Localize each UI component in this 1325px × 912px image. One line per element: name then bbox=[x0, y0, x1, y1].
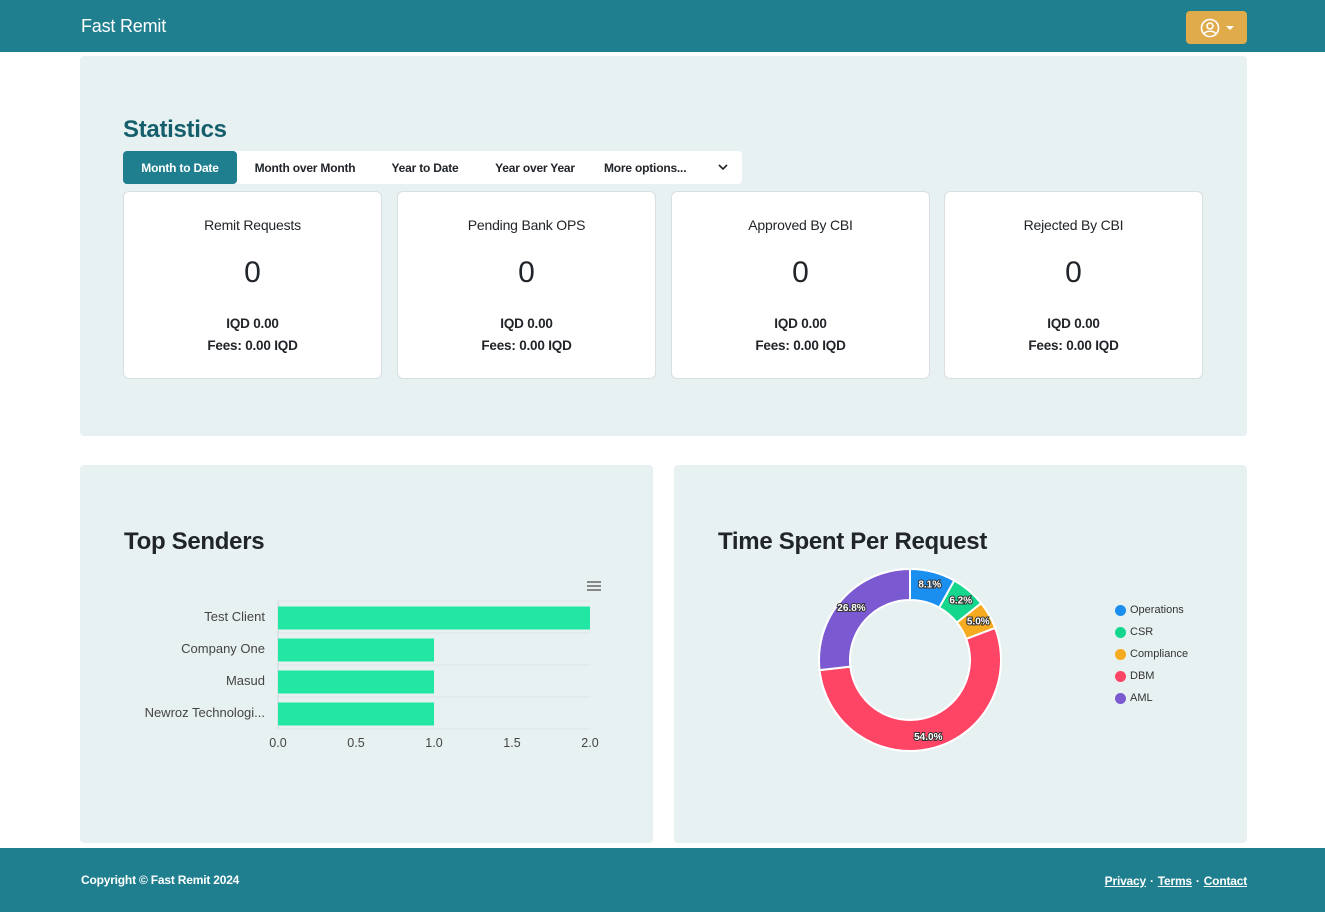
legend-label: AML bbox=[1130, 692, 1153, 704]
card-amount: IQD 0.00 bbox=[774, 316, 827, 331]
legend-item-csr[interactable]: CSR bbox=[1115, 621, 1188, 643]
legend-marker bbox=[1115, 670, 1126, 682]
footer-links: Privacy · Terms · Contact bbox=[1105, 874, 1248, 888]
x-tick-label: 0.5 bbox=[347, 736, 364, 750]
tab-year-to-date[interactable]: Year to Date bbox=[377, 151, 473, 184]
more-options-label: More options... bbox=[604, 160, 687, 175]
statistics-title: Statistics bbox=[123, 116, 227, 143]
x-tick-label: 0.0 bbox=[269, 736, 286, 750]
footer: Copyright © Fast Remit 2024 Privacy · Term… bbox=[0, 848, 1325, 912]
legend-marker bbox=[1115, 604, 1126, 616]
x-tick-label: 1.5 bbox=[503, 736, 520, 750]
card-amount: IQD 0.00 bbox=[500, 316, 553, 331]
card-fees: Fees: 0.00 IQD bbox=[481, 338, 572, 353]
legend-item-compliance[interactable]: Compliance bbox=[1115, 643, 1188, 665]
y-tick-label: Test Client bbox=[204, 609, 265, 624]
stat-card-approved-by-cbi: Approved By CBI 0 IQD 0.00 Fees: 0.00 IQ… bbox=[671, 191, 930, 379]
data-label: 26.8% bbox=[837, 603, 865, 614]
card-amount: IQD 0.00 bbox=[1047, 316, 1100, 331]
legend-label: DBM bbox=[1130, 670, 1155, 682]
terms-link[interactable]: Terms bbox=[1158, 874, 1192, 888]
tab-month-over-month[interactable]: Month over Month bbox=[243, 151, 367, 184]
legend-item-aml[interactable]: AML bbox=[1115, 687, 1188, 709]
link-separator: · bbox=[1195, 874, 1200, 888]
card-count: 0 bbox=[792, 256, 809, 289]
donut-slice-aml[interactable] bbox=[818, 567, 911, 672]
stat-card-remit-requests: Remit Requests 0 IQD 0.00 Fees: 0.00 IQD bbox=[123, 191, 382, 379]
top-senders-panel: Top Senders Test Client Company One Masud N… bbox=[80, 465, 653, 843]
card-count: 0 bbox=[518, 256, 535, 289]
data-label: 8.1% bbox=[918, 580, 941, 591]
user-circle-icon bbox=[1200, 18, 1219, 37]
card-fees: Fees: 0.00 IQD bbox=[1028, 338, 1119, 353]
stat-card-rejected-by-cbi: Rejected By CBI 0 IQD 0.00 Fees: 0.00 IQ… bbox=[944, 191, 1203, 379]
card-count: 0 bbox=[244, 256, 261, 289]
chevron-down-icon bbox=[718, 164, 728, 171]
legend-label: CSR bbox=[1130, 626, 1154, 638]
more-options-select[interactable]: More options... bbox=[593, 151, 742, 184]
bar[interactable] bbox=[278, 638, 434, 662]
tab-month-to-date[interactable]: Month to Date bbox=[123, 151, 237, 184]
chart-legend: Operations CSR Compliance DBM AML bbox=[1115, 599, 1188, 709]
privacy-link[interactable]: Privacy bbox=[1105, 874, 1147, 888]
card-title: Pending Bank OPS bbox=[467, 217, 586, 233]
bar[interactable] bbox=[278, 606, 590, 630]
data-label: 5.0% bbox=[967, 617, 990, 628]
card-title: Remit Requests bbox=[204, 217, 301, 233]
top-navbar: Fast Remit bbox=[0, 0, 1325, 52]
data-label: 6.2% bbox=[949, 596, 972, 607]
legend-item-dbm[interactable]: DBM bbox=[1115, 665, 1188, 687]
data-label: 54.0% bbox=[914, 732, 942, 743]
card-count: 0 bbox=[1065, 256, 1082, 289]
y-tick-label: Company One bbox=[181, 641, 265, 656]
statistics-panel: Statistics Month to Date Month over Mont… bbox=[80, 56, 1247, 436]
period-tabs: Month to Date Month over Month Year to D… bbox=[123, 151, 742, 184]
legend-marker bbox=[1115, 648, 1126, 660]
top-senders-chart: Test Client Company One Masud Newroz Techno… bbox=[145, 600, 599, 750]
card-title: Rejected By CBI bbox=[1023, 217, 1124, 233]
stat-card-pending-bank-ops: Pending Bank OPS 0 IQD 0.00 Fees: 0.00 I… bbox=[397, 191, 656, 379]
bar[interactable] bbox=[278, 702, 434, 726]
y-tick-label: Newroz Technologi... bbox=[145, 705, 265, 720]
legend-marker bbox=[1115, 626, 1126, 638]
contact-link[interactable]: Contact bbox=[1204, 874, 1247, 888]
legend-item-operations[interactable]: Operations bbox=[1115, 599, 1188, 621]
time-spent-panel: Time Spent Per Request 8.1% 6.2% 5.0% 54.0%… bbox=[674, 465, 1247, 843]
caret-down-icon bbox=[1225, 25, 1234, 30]
legend-label: Operations bbox=[1130, 604, 1184, 616]
x-tick-label: 1.0 bbox=[425, 736, 442, 750]
card-fees: Fees: 0.00 IQD bbox=[207, 338, 298, 353]
card-amount: IQD 0.00 bbox=[226, 316, 279, 331]
y-tick-label: Masud bbox=[226, 673, 265, 688]
bar[interactable] bbox=[278, 670, 434, 694]
tab-year-over-year[interactable]: Year over Year bbox=[485, 151, 585, 184]
link-separator: · bbox=[1149, 874, 1154, 888]
card-fees: Fees: 0.00 IQD bbox=[755, 338, 846, 353]
x-tick-label: 2.0 bbox=[581, 736, 598, 750]
card-title: Approved By CBI bbox=[748, 217, 853, 233]
copyright-text: Copyright © Fast Remit 2024 bbox=[81, 873, 240, 887]
user-menu-button[interactable] bbox=[1186, 11, 1247, 44]
legend-label: Compliance bbox=[1130, 648, 1189, 660]
brand-name[interactable]: Fast Remit bbox=[81, 16, 166, 37]
legend-marker bbox=[1115, 692, 1126, 704]
